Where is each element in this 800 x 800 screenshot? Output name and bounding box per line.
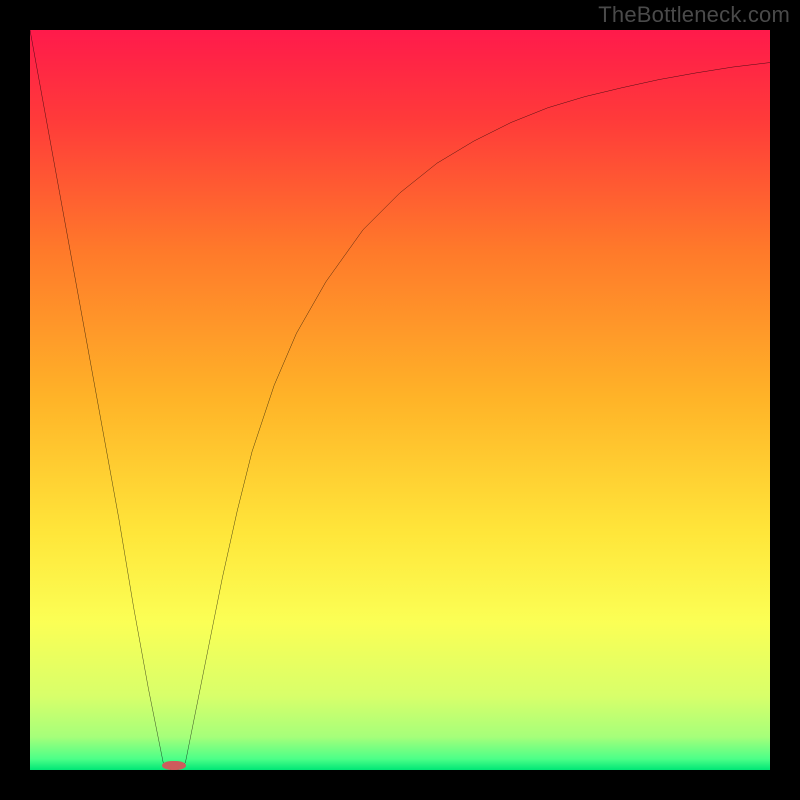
curve-layer (30, 30, 770, 770)
plot-area (30, 30, 770, 770)
bottleneck-curve (30, 30, 770, 770)
optimal-point-marker (162, 761, 186, 770)
watermark-text: TheBottleneck.com (598, 2, 790, 28)
chart-frame: TheBottleneck.com (0, 0, 800, 800)
